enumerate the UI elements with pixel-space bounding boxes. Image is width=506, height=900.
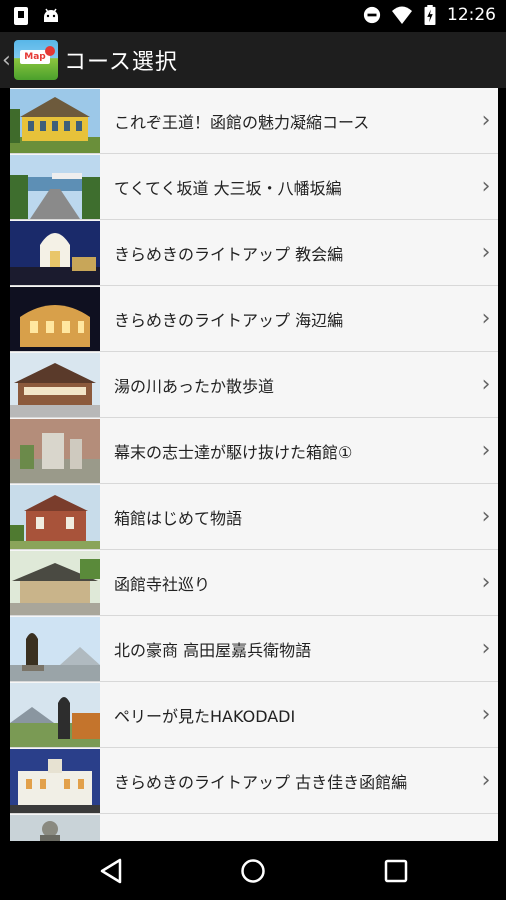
course-thumbnail	[10, 616, 100, 681]
list-item[interactable]: てくてく坂道 大三坂・八幡坂編 ›	[10, 154, 498, 220]
back-icon[interactable]	[94, 854, 128, 888]
course-thumbnail	[10, 352, 100, 417]
course-name: きらめきのライトアップ 海辺編	[114, 310, 344, 330]
do-not-disturb-icon	[363, 6, 381, 24]
course-thumbnail	[10, 484, 100, 549]
list-item[interactable]: これぞ王道！函館の魅力凝縮コース ›	[10, 88, 498, 154]
chevron-right-icon: ›	[476, 834, 496, 841]
list-item[interactable]: きらめきのライトアップ 古き佳き函館編 ›	[10, 748, 498, 814]
course-thumbnail	[10, 814, 100, 841]
chevron-right-icon: ›	[481, 438, 491, 463]
course-thumbnail	[10, 154, 100, 219]
chevron-right-icon: ›	[481, 768, 491, 793]
chevron-right-icon: ›	[481, 504, 491, 529]
status-time: 12:26	[447, 5, 496, 25]
list-item[interactable]: 幕末の志士達が駆け抜けた箱館① ›	[10, 418, 498, 484]
app-logo[interactable]: Map	[14, 40, 58, 80]
list-item[interactable]: 函館寺社巡り ›	[10, 550, 498, 616]
course-thumbnail	[10, 286, 100, 351]
back-chevron-icon[interactable]: ‹	[2, 48, 12, 73]
home-icon[interactable]	[236, 854, 270, 888]
sim-card-icon	[14, 7, 28, 25]
list-item[interactable]: 湯の川あったか散歩道 ›	[10, 352, 498, 418]
page-title: コース選択	[64, 50, 178, 75]
chevron-right-icon: ›	[481, 636, 491, 661]
chevron-right-icon: ›	[481, 306, 491, 331]
course-thumbnail	[10, 418, 100, 483]
list-item[interactable]: きらめきのライトアップ 海辺編 ›	[10, 286, 498, 352]
course-thumbnail	[10, 682, 100, 747]
course-name: 幕末の志士達が駆け抜けた箱館①	[114, 442, 353, 462]
recent-apps-icon[interactable]	[379, 854, 413, 888]
logo-pin-icon	[45, 46, 55, 56]
course-list: これぞ王道！函館の魅力凝縮コース › てくてく坂道 大三坂・八幡坂編 › きらめ…	[10, 88, 498, 841]
chevron-right-icon: ›	[481, 174, 491, 199]
course-name: 北の豪商 高田屋嘉兵衛物語	[114, 640, 312, 660]
course-name: ペリーが見たHAKODADI	[114, 706, 296, 726]
battery-charging-icon	[424, 5, 436, 25]
list-item[interactable]: ›	[10, 814, 498, 841]
chevron-right-icon: ›	[481, 372, 491, 397]
course-thumbnail	[10, 748, 100, 813]
chevron-right-icon: ›	[481, 702, 491, 727]
course-name: 湯の川あったか散歩道	[114, 376, 275, 396]
wifi-icon	[392, 6, 412, 24]
course-thumbnail	[10, 550, 100, 615]
course-name: てくてく坂道 大三坂・八幡坂編	[114, 178, 342, 198]
status-bar: 12:26	[0, 0, 506, 32]
course-thumbnail	[10, 88, 100, 153]
course-name: これぞ王道！函館の魅力凝縮コース	[114, 112, 370, 132]
list-item[interactable]: きらめきのライトアップ 教会編 ›	[10, 220, 498, 286]
list-item[interactable]: ペリーが見たHAKODADI ›	[10, 682, 498, 748]
course-name: きらめきのライトアップ 教会編	[114, 244, 344, 264]
course-thumbnail	[10, 220, 100, 285]
chevron-right-icon: ›	[481, 570, 491, 595]
chevron-right-icon: ›	[481, 108, 491, 133]
navigation-bar	[0, 841, 506, 900]
list-item[interactable]: 北の豪商 高田屋嘉兵衛物語 ›	[10, 616, 498, 682]
android-icon	[44, 8, 58, 22]
course-name: 函館寺社巡り	[114, 574, 211, 594]
list-item[interactable]: 箱館はじめて物語 ›	[10, 484, 498, 550]
course-name: きらめきのライトアップ 古き佳き函館編	[114, 772, 408, 792]
course-name: 箱館はじめて物語	[114, 508, 243, 528]
chevron-right-icon: ›	[481, 240, 491, 265]
app-bar: ‹ Map コース選択	[0, 32, 506, 88]
